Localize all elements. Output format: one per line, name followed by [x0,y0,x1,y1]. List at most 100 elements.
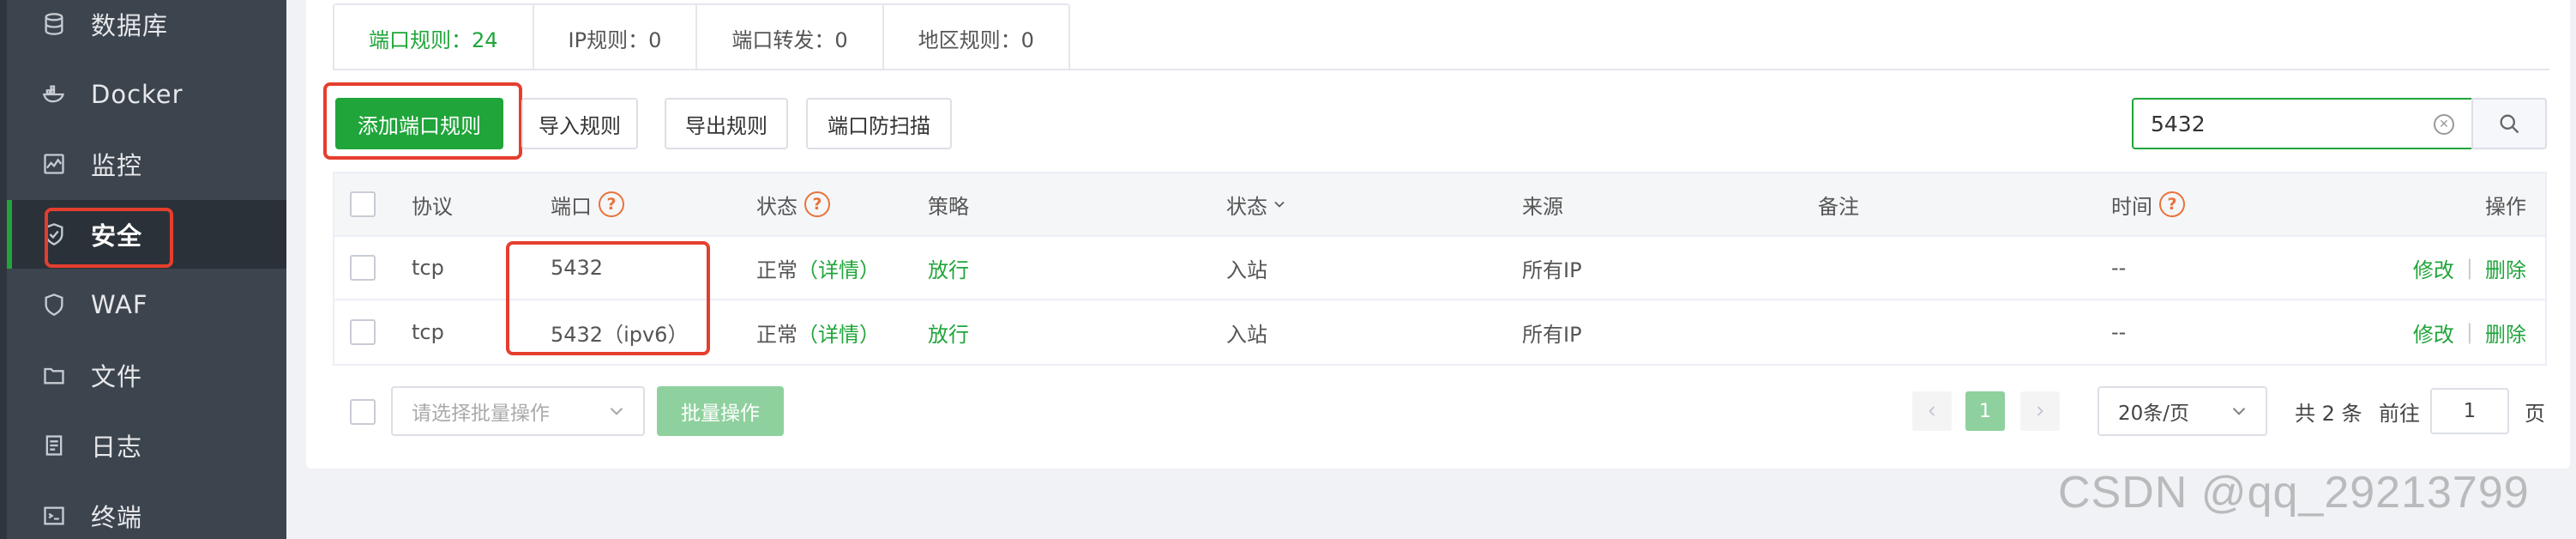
cell-actions: 修改 | 删除 [2413,237,2526,299]
sidebar-edge [0,0,7,539]
clear-icon[interactable]: ✕ [2434,114,2454,135]
header-source: 来源 [1522,194,1563,219]
cell-status: 正常 （详情） [756,237,880,299]
cell-source: 所有IP [1522,257,1582,282]
goto-label: 前往 [2379,402,2420,426]
sidebar-item-terminal[interactable]: 终端 [7,481,286,539]
highlight-security [45,208,173,268]
cell-direction: 入站 [1226,322,1267,347]
table-header-row: 协议 端口? 状态? 策略 状态 来源 备注 时间? 操作 [334,173,2545,237]
action-separator: | [2465,320,2473,344]
delete-link[interactable]: 删除 [2485,253,2526,283]
sidebar-item-label: 终端 [91,503,143,532]
folder-icon [41,362,67,388]
sidebar-item-label: WAF [91,290,148,319]
row-checkbox[interactable] [350,255,376,281]
cell-status: 正常 （详情） [756,300,880,364]
goto-page-input[interactable]: 1 [2430,388,2509,434]
delete-link[interactable]: 删除 [2485,318,2526,348]
page-number-current[interactable]: 1 [1965,391,2005,431]
cell-policy: 放行 [928,257,969,282]
next-page-button[interactable] [2020,391,2060,431]
import-rules-button[interactable]: 导入规则 [521,98,638,149]
tab-port-rules[interactable]: 端口规则：24 [334,5,534,70]
sidebar-item-waf[interactable]: WAF [7,270,286,339]
chevron-down-icon [1274,201,1285,208]
highlight-port-cells [506,241,710,355]
sidebar-item-label: 日志 [91,433,143,462]
prev-page-button[interactable] [1912,391,1952,431]
header-status: 状态? [756,173,830,235]
sidebar-item-label: 监控 [91,151,143,180]
export-rules-button[interactable]: 导出规则 [665,98,788,149]
sidebar-item-label: 数据库 [91,11,169,40]
detail-link[interactable]: （详情） [797,253,880,283]
edit-link[interactable]: 修改 [2413,318,2454,348]
terminal-icon [41,503,67,529]
watermark: CSDN @qq_29213799 [2058,468,2530,518]
database-icon [41,11,67,37]
search-value: 5432 [2151,111,2206,136]
sidebar-item-label: Docker [91,80,184,109]
tab-port-forward[interactable]: 端口转发：0 [697,5,884,70]
sidebar-item-monitor[interactable]: 监控 [7,130,286,198]
help-icon[interactable]: ? [599,191,624,217]
header-time: 时间? [2111,173,2185,235]
sidebar-item-label: 文件 [91,362,143,391]
header-direction-label: 状态 [1226,194,1267,219]
sidebar-item-docker[interactable]: Docker [7,60,286,129]
page-size-select[interactable]: 20条/页 [2098,386,2267,436]
page-size-value: 20条/页 [2118,403,2190,425]
tabs-divider [333,69,2549,70]
select-all-checkbox[interactable] [350,191,376,217]
cell-protocol: tcp [412,320,444,344]
header-policy: 策略 [928,194,969,219]
rule-tabs: 端口规则：24 IP规则：0 端口转发：0 地区规则：0 [333,3,1070,70]
sidebar-item-files[interactable]: 文件 [7,341,286,409]
header-protocol: 协议 [412,194,453,219]
total-count: 共 2 条 [2295,402,2362,426]
chevron-down-icon [2232,407,2246,415]
batch-action-button[interactable]: 批量操作 [657,386,784,436]
cell-policy: 放行 [928,322,969,347]
search-button[interactable] [2471,98,2547,149]
cell-direction: 入站 [1226,257,1267,282]
batch-action-placeholder: 请选择批量操作 [412,403,550,425]
footer-select-all-checkbox[interactable] [350,399,376,425]
search-icon [2500,114,2519,134]
header-status-label: 状态 [756,194,797,219]
cell-time: -- [2111,320,2127,344]
waf-icon [41,292,67,318]
tab-ip-rules[interactable]: IP规则：0 [533,5,698,70]
help-icon[interactable]: ? [804,191,830,217]
highlight-add-button [323,82,522,160]
edit-link[interactable]: 修改 [2413,253,2454,283]
log-icon [41,433,67,458]
help-icon[interactable]: ? [2159,191,2185,217]
chevron-down-icon [610,407,623,415]
header-action: 操作 [2485,194,2526,219]
cell-protocol: tcp [412,256,444,280]
page-unit-label: 页 [2525,402,2545,426]
cell-actions: 修改 | 删除 [2413,300,2526,364]
docker-icon [41,82,67,107]
header-port-label: 端口 [551,194,592,219]
sidebar: 数据库 Docker 监控 安全 WAF 文件 日志 终端 [0,0,286,539]
status-text: 正常 [756,322,797,347]
header-port: 端口? [551,173,624,235]
status-text: 正常 [756,257,797,282]
detail-link[interactable]: （详情） [797,318,880,348]
header-remark: 备注 [1818,194,1859,219]
sidebar-item-database[interactable]: 数据库 [7,0,286,58]
header-time-label: 时间 [2111,194,2152,219]
port-scan-protect-button[interactable]: 端口防扫描 [806,98,952,149]
batch-action-select[interactable]: 请选择批量操作 [391,386,645,436]
tab-region-rules[interactable]: 地区规则：0 [883,5,1068,70]
header-direction[interactable]: 状态 [1226,173,1288,235]
action-separator: | [2465,256,2473,280]
sidebar-item-logs[interactable]: 日志 [7,411,286,480]
search-input[interactable]: 5432 ✕ [2132,98,2473,149]
monitor-icon [41,151,67,177]
row-checkbox[interactable] [350,319,376,345]
chevron-left-icon [1929,406,1935,416]
